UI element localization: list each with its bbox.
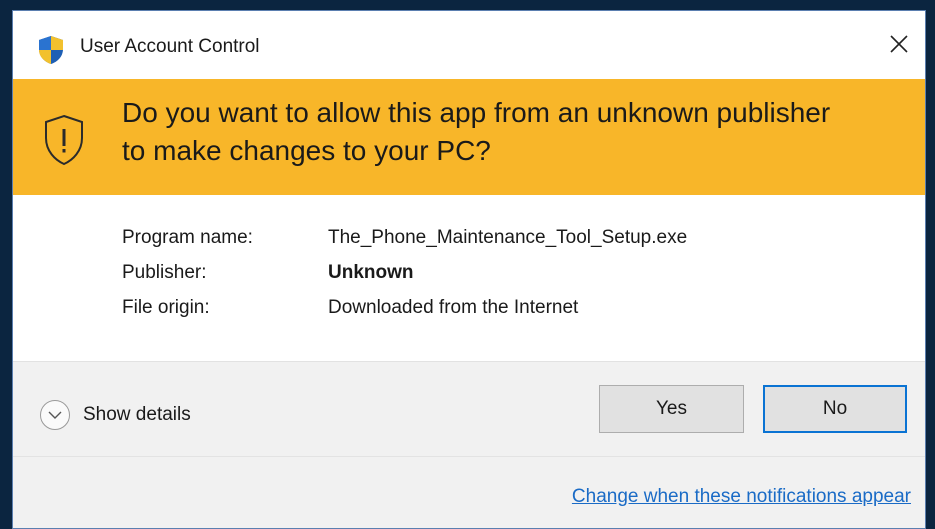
uac-dialog: User Account Control Do you want to allo… <box>12 10 926 529</box>
program-info: Program name: The_Phone_Maintenance_Tool… <box>122 227 687 332</box>
footer-divider <box>13 456 925 457</box>
change-notifications-link[interactable]: Change when these notifications appear <box>572 486 911 508</box>
file-origin-label: File origin: <box>122 297 210 318</box>
program-name-row: Program name: The_Phone_Maintenance_Tool… <box>122 227 687 262</box>
file-origin-row: File origin: Downloaded from the Interne… <box>122 297 687 332</box>
chevron-down-icon <box>40 400 70 430</box>
program-name-label: Program name: <box>122 227 253 248</box>
warning-banner: Do you want to allow this app from an un… <box>13 79 925 195</box>
close-icon <box>890 35 908 53</box>
publisher-value: Unknown <box>328 262 414 283</box>
file-origin-value: Downloaded from the Internet <box>328 297 579 318</box>
no-button[interactable]: No <box>763 385 907 433</box>
dialog-footer: Show details Yes No Change when these no… <box>13 361 925 528</box>
uac-shield-icon <box>39 36 63 64</box>
banner-question: Do you want to allow this app from an un… <box>122 97 831 166</box>
publisher-label: Publisher: <box>122 262 207 283</box>
publisher-row: Publisher: Unknown <box>122 262 687 297</box>
dialog-title: User Account Control <box>80 36 260 57</box>
show-details-label: Show details <box>83 404 191 425</box>
show-details-toggle[interactable]: Show details <box>40 400 191 430</box>
program-name-value: The_Phone_Maintenance_Tool_Setup.exe <box>328 227 688 248</box>
title-bar: User Account Control <box>13 11 925 79</box>
close-button[interactable] <box>873 21 925 67</box>
yes-button[interactable]: Yes <box>599 385 744 433</box>
warning-shield-icon <box>45 114 83 166</box>
